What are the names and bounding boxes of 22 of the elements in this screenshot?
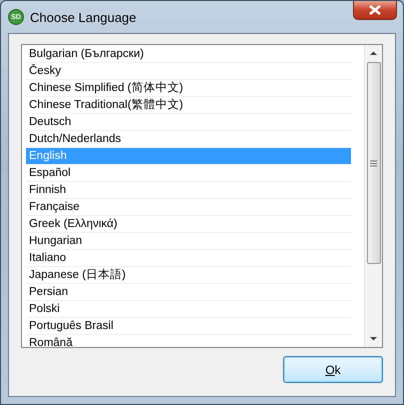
- close-icon: [369, 5, 381, 15]
- ok-button[interactable]: Ok: [283, 356, 383, 383]
- language-item[interactable]: Bulgarian (Български): [26, 46, 351, 63]
- language-item[interactable]: Hungarian: [26, 233, 351, 250]
- language-item[interactable]: Française: [26, 199, 351, 216]
- language-item[interactable]: Česky: [26, 63, 351, 80]
- language-item[interactable]: Japanese (日本語): [26, 267, 351, 284]
- language-item[interactable]: Polski: [26, 301, 351, 318]
- language-item[interactable]: Română: [26, 335, 351, 347]
- language-item[interactable]: Chinese Simplified (简体中文): [26, 80, 351, 97]
- language-item[interactable]: Chinese Traditional(繁體中文): [26, 97, 351, 114]
- language-item[interactable]: Português Brasil: [26, 318, 351, 335]
- close-button[interactable]: [353, 1, 397, 20]
- scroll-thumb[interactable]: [366, 62, 380, 264]
- language-item[interactable]: Persian: [26, 284, 351, 301]
- language-item[interactable]: Español: [26, 165, 351, 182]
- language-item[interactable]: Italiano: [26, 250, 351, 267]
- language-item[interactable]: Finnish: [26, 182, 351, 199]
- scrollbar[interactable]: [364, 45, 382, 347]
- language-item[interactable]: Deutsch: [26, 114, 351, 131]
- language-item[interactable]: Greek (Ελληνικά): [26, 216, 351, 233]
- window-title: Choose Language: [30, 10, 136, 24]
